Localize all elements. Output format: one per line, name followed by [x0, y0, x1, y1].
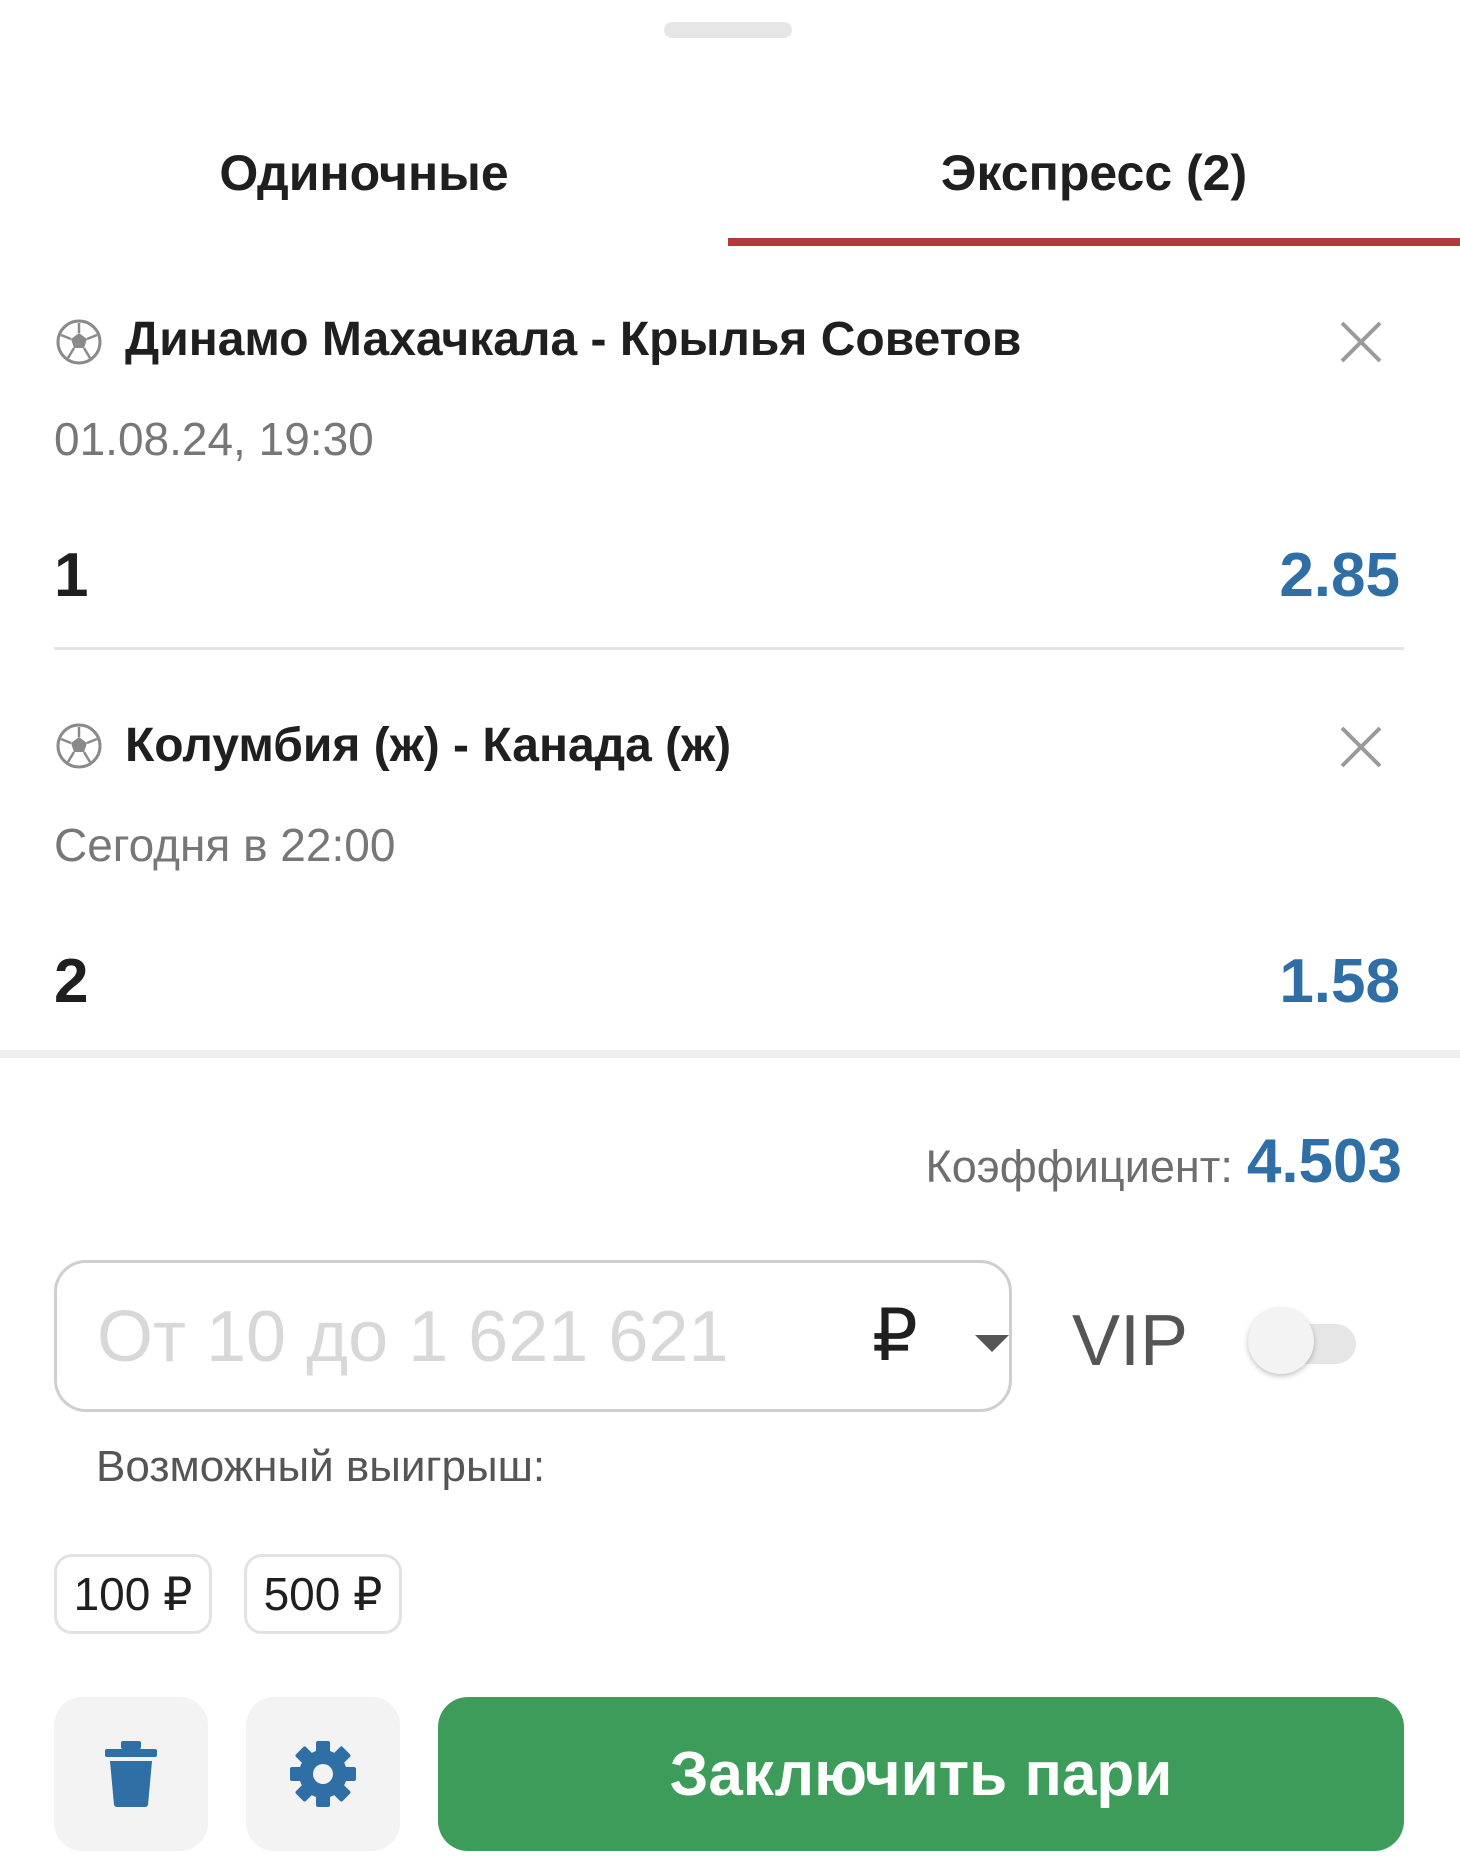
- trash-icon: [105, 1741, 157, 1807]
- active-tab-indicator: [728, 238, 1460, 246]
- coefficient-label: Коэффициент:: [925, 1141, 1233, 1192]
- stake-input[interactable]: [97, 1285, 817, 1389]
- divider: [54, 647, 1404, 650]
- delete-bets-button[interactable]: [54, 1697, 208, 1851]
- vip-label: VIP: [1072, 1301, 1189, 1381]
- place-bet-button[interactable]: Заключить пари: [438, 1697, 1404, 1851]
- soccer-ball-icon: [56, 723, 102, 769]
- section-separator: [0, 1050, 1460, 1058]
- close-icon[interactable]: [1336, 722, 1386, 772]
- match-title: Динамо Махачкала - Крылья Советов: [125, 313, 1022, 366]
- bet-type-tabs: Одиночные Экспресс (2): [0, 100, 1460, 246]
- quick-amount-500[interactable]: 500 ₽: [244, 1554, 402, 1634]
- vip-toggle[interactable]: [1248, 1308, 1360, 1374]
- quick-amount-100[interactable]: 100 ₽: [54, 1554, 212, 1634]
- possible-winnings-label: Возможный выигрыш:: [96, 1442, 546, 1491]
- bet-settings-button[interactable]: [246, 1697, 400, 1851]
- toggle-knob: [1248, 1308, 1314, 1374]
- close-icon[interactable]: [1336, 317, 1386, 367]
- match-time: 01.08.24, 19:30: [54, 413, 374, 465]
- tab-express[interactable]: Экспресс (2): [728, 100, 1460, 246]
- coefficient-value: 4.503: [1246, 1127, 1402, 1196]
- bet-odd[interactable]: 2.85: [1279, 540, 1400, 611]
- bet-outcome: 2: [54, 947, 89, 1016]
- bet-outcome: 1: [54, 541, 89, 610]
- soccer-ball-icon: [56, 319, 102, 365]
- chevron-down-icon[interactable]: [975, 1335, 1009, 1352]
- match-time: Сегодня в 22:00: [54, 819, 396, 871]
- sheet-drag-handle[interactable]: [664, 22, 792, 38]
- gear-icon: [290, 1741, 356, 1807]
- match-title: Колумбия (ж) - Канада (ж): [125, 719, 732, 772]
- stake-field: ₽: [54, 1260, 1012, 1412]
- total-coefficient: Коэффициент: 4.503: [926, 1126, 1402, 1197]
- bet-odd[interactable]: 1.58: [1279, 946, 1400, 1017]
- currency-selector[interactable]: ₽: [872, 1293, 918, 1377]
- tab-singles[interactable]: Одиночные: [0, 100, 728, 246]
